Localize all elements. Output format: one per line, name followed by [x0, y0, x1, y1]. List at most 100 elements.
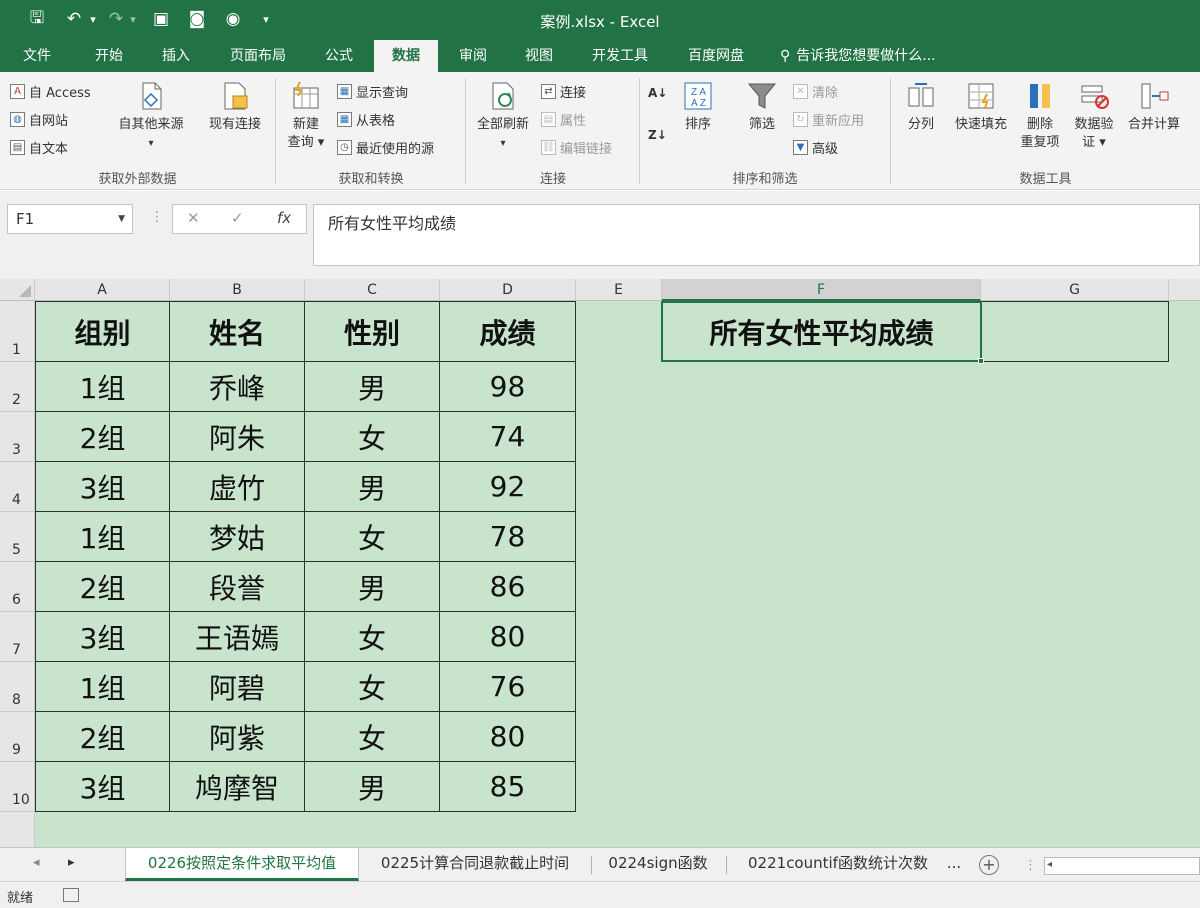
cell-score[interactable]: 80 — [440, 612, 576, 662]
worksheet-grid[interactable]: A B C D E F G 1 2 3 4 5 6 7 8 9 10 组别 姓名性… — [0, 279, 1200, 847]
flash-fill-button[interactable]: 快速填充 — [948, 80, 1014, 134]
header-cell-name[interactable]: 姓名 — [170, 301, 305, 362]
cell-score[interactable]: 80 — [440, 712, 576, 762]
name-box[interactable]: F1 ▼ — [7, 204, 133, 234]
cell-score[interactable]: 78 — [440, 512, 576, 562]
cell-gender[interactable]: 女 — [305, 412, 440, 462]
add-sheet-icon[interactable]: + — [979, 855, 999, 875]
consolidate-button[interactable]: 合并计算 — [1122, 80, 1186, 134]
cell-gender[interactable]: 男 — [305, 362, 440, 412]
row-header-8[interactable]: 8 — [0, 662, 35, 712]
other-sources-button[interactable]: 自其他来源 ▾ — [110, 80, 192, 153]
row-header-3[interactable]: 3 — [0, 412, 35, 462]
data-validation-button[interactable]: 数据验证 ▾ — [1068, 80, 1120, 152]
tab-insert[interactable]: 插入 — [145, 40, 207, 72]
cell-name[interactable]: 阿朱 — [170, 412, 305, 462]
cell-score[interactable]: 74 — [440, 412, 576, 462]
cell-gender[interactable]: 女 — [305, 712, 440, 762]
existing-connections-button[interactable]: 现有连接 — [200, 80, 270, 134]
tab-file[interactable]: 文件 — [6, 40, 68, 72]
row-header-4[interactable]: 4 — [0, 462, 35, 512]
clear-filter-button[interactable]: ✕ 清除 — [793, 82, 838, 101]
enter-icon[interactable]: ✓ — [231, 209, 244, 227]
row-header-6[interactable]: 6 — [0, 562, 35, 612]
cell-score[interactable]: 86 — [440, 562, 576, 612]
refresh-all-button[interactable]: 全部刷新 ▾ — [470, 80, 536, 153]
cell-name[interactable]: 乔峰 — [170, 362, 305, 412]
tab-data[interactable]: 数据 — [374, 40, 438, 72]
column-header-a[interactable]: A — [35, 279, 170, 301]
tab-home[interactable]: 开始 — [78, 40, 140, 72]
header-cell-gender[interactable]: 性别 — [305, 301, 440, 362]
cell-score[interactable]: 85 — [440, 762, 576, 812]
sheet-tab-0226[interactable]: 0226按照定条件求取平均值 — [125, 848, 359, 881]
advanced-filter-button[interactable]: ▼ 高级 — [793, 138, 838, 157]
column-header-c[interactable]: C — [305, 279, 440, 301]
cell-group[interactable]: 3组 — [35, 612, 170, 662]
row-header-1[interactable]: 1 — [0, 301, 35, 362]
next-sheet-icon[interactable]: ▸ — [68, 855, 75, 870]
column-header-d[interactable]: D — [440, 279, 576, 301]
macro-record-icon[interactable] — [63, 888, 79, 902]
column-header-b[interactable]: B — [170, 279, 305, 301]
cell-gender[interactable]: 女 — [305, 512, 440, 562]
row-header-7[interactable]: 7 — [0, 612, 35, 662]
filter-button[interactable]: 筛选 — [738, 80, 786, 134]
cell-name[interactable]: 虚竹 — [170, 462, 305, 512]
column-header-e[interactable]: E — [576, 279, 662, 301]
prev-sheet-icon[interactable]: ◂ — [33, 855, 40, 870]
remove-duplicates-button[interactable]: 删除 重复项 — [1014, 80, 1066, 152]
from-text-button[interactable]: ▤ 自文本 — [10, 138, 68, 157]
horizontal-scrollbar[interactable]: ◂ — [1044, 857, 1200, 875]
cell-score[interactable]: 92 — [440, 462, 576, 512]
tell-me-box[interactable]: ⚲ 告诉我您想要做什么... — [780, 40, 936, 72]
header-cell-group[interactable]: 组别 — [35, 301, 170, 362]
cell-gender[interactable]: 女 — [305, 662, 440, 712]
cell-group[interactable]: 3组 — [35, 462, 170, 512]
sort-ascending-icon[interactable]: A↓ — [648, 86, 667, 100]
name-box-dropdown-icon[interactable]: ▼ — [118, 205, 125, 233]
cell-name[interactable]: 王语嫣 — [170, 612, 305, 662]
cell-group[interactable]: 1组 — [35, 512, 170, 562]
column-header-g[interactable]: G — [981, 279, 1169, 301]
new-query-button[interactable]: 新建 查询 ▾ — [280, 80, 332, 152]
reapply-button[interactable]: ↻ 重新应用 — [793, 110, 864, 129]
cell-name[interactable]: 阿碧 — [170, 662, 305, 712]
recent-sources-button[interactable]: ◷ 最近使用的源 — [337, 138, 434, 157]
scroll-split-icon[interactable]: ⋮ — [1024, 858, 1037, 873]
tab-page-layout[interactable]: 页面布局 — [214, 40, 302, 72]
column-header-h[interactable] — [1169, 279, 1200, 301]
row-header-10[interactable]: 10 — [0, 762, 35, 812]
sheet-tab-0224[interactable]: 0224sign函数 — [594, 848, 722, 881]
row-header-2[interactable]: 2 — [0, 362, 35, 412]
formula-bar-grip-icon[interactable]: ⋮ — [150, 209, 164, 225]
tab-formulas[interactable]: 公式 — [308, 40, 370, 72]
row-header-9[interactable]: 9 — [0, 712, 35, 762]
cell-group[interactable]: 3组 — [35, 762, 170, 812]
tab-review[interactable]: 审阅 — [442, 40, 504, 72]
text-to-columns-button[interactable]: 分列 — [896, 80, 946, 134]
from-web-button[interactable]: ◍ 自网站 — [10, 110, 68, 129]
sort-descending-icon[interactable]: Z↓ — [648, 128, 667, 142]
cell-group[interactable]: 1组 — [35, 362, 170, 412]
from-table-button[interactable]: ▦ 从表格 — [337, 110, 395, 129]
insert-function-icon[interactable]: fx — [277, 209, 291, 227]
cell-g1[interactable] — [982, 301, 1169, 362]
row-header-5[interactable]: 5 — [0, 512, 35, 562]
cell-group[interactable]: 2组 — [35, 712, 170, 762]
cancel-icon[interactable]: ✕ — [187, 209, 200, 227]
cell-gender[interactable]: 女 — [305, 612, 440, 662]
formula-input[interactable]: 所有女性平均成绩 — [313, 204, 1200, 266]
more-sheets-button[interactable]: ... — [943, 848, 965, 881]
sort-button[interactable]: Z AA Z 排序 — [674, 80, 722, 134]
edit-links-button[interactable]: ⛓ 编辑链接 — [541, 138, 612, 157]
row-header-11[interactable] — [0, 812, 35, 847]
cell-gender[interactable]: 男 — [305, 462, 440, 512]
cell-name[interactable]: 鸠摩智 — [170, 762, 305, 812]
fill-handle[interactable] — [978, 358, 984, 364]
cell-group[interactable]: 1组 — [35, 662, 170, 712]
sheet-tab-0221[interactable]: 0221countif函数统计次数 — [733, 848, 943, 881]
properties-button[interactable]: ▤ 属性 — [541, 110, 586, 129]
cell-name[interactable]: 段誉 — [170, 562, 305, 612]
header-cell-score[interactable]: 成绩 — [440, 301, 576, 362]
